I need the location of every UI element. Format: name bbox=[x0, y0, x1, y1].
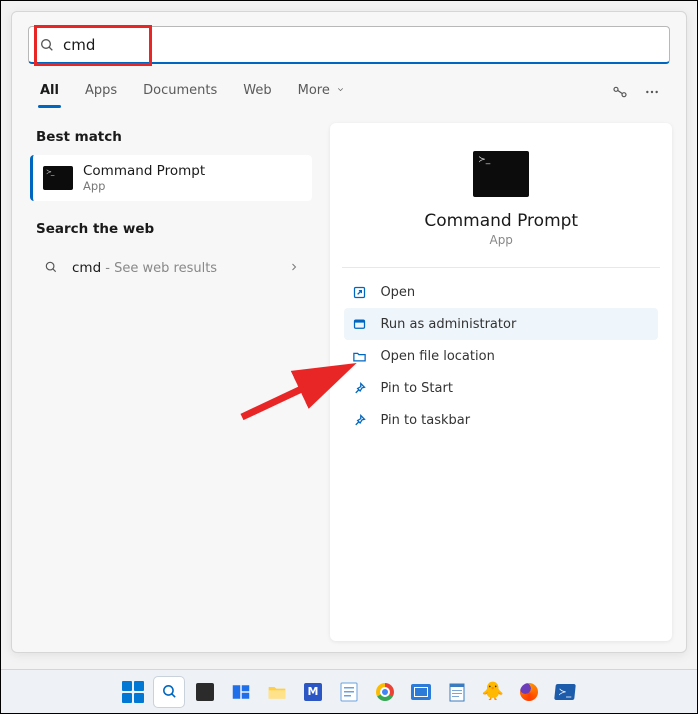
best-match-title: Command Prompt bbox=[83, 163, 205, 179]
taskbar-file-explorer-button[interactable] bbox=[262, 677, 292, 707]
action-open-label: Open bbox=[380, 285, 415, 300]
open-icon bbox=[352, 285, 367, 300]
widgets-icon bbox=[232, 684, 250, 700]
preview-title: Command Prompt bbox=[344, 211, 658, 231]
results-pane: Best match Command Prompt App Search the… bbox=[26, 123, 316, 641]
search-icon bbox=[39, 37, 55, 53]
taskbar-start-button[interactable] bbox=[118, 677, 148, 707]
taskbar-chrome-button[interactable] bbox=[370, 677, 400, 707]
filter-tabs: All Apps Documents Web More bbox=[12, 76, 686, 109]
folder-icon bbox=[352, 349, 367, 364]
command-prompt-icon bbox=[43, 166, 73, 190]
network-icon bbox=[612, 84, 628, 100]
powershell-icon: ≻_ bbox=[554, 684, 576, 700]
firefox-icon bbox=[520, 683, 538, 701]
action-run-admin-label: Run as administrator bbox=[380, 317, 516, 332]
chevron-down-icon bbox=[336, 85, 345, 94]
taskbar-powershell-button[interactable]: ≻_ bbox=[550, 677, 580, 707]
ellipsis-icon bbox=[644, 84, 660, 100]
action-pin-to-start[interactable]: Pin to Start bbox=[344, 372, 658, 404]
chrome-icon bbox=[376, 683, 394, 701]
action-pin-taskbar-label: Pin to taskbar bbox=[380, 413, 470, 428]
search-box[interactable] bbox=[28, 26, 670, 64]
action-pin-to-taskbar[interactable]: Pin to taskbar bbox=[344, 404, 658, 436]
tab-apps[interactable]: Apps bbox=[75, 77, 127, 108]
taskbar-app-button[interactable]: 🐥 bbox=[478, 677, 508, 707]
search-icon bbox=[44, 260, 58, 274]
taskbar-app-button[interactable] bbox=[406, 677, 436, 707]
notepad-icon bbox=[449, 682, 465, 702]
tab-more[interactable]: More bbox=[288, 77, 355, 108]
web-hint-text: - See web results bbox=[101, 261, 217, 276]
more-options-button[interactable] bbox=[636, 76, 668, 108]
web-query-text: cmd bbox=[72, 260, 101, 276]
chevron-right-icon bbox=[288, 261, 300, 273]
search-options-button[interactable] bbox=[604, 76, 636, 108]
folder-icon bbox=[267, 683, 287, 701]
action-open-file-location[interactable]: Open file location bbox=[344, 340, 658, 372]
document-icon bbox=[340, 682, 358, 702]
best-match-result[interactable]: Command Prompt App bbox=[30, 155, 312, 201]
shield-icon bbox=[352, 317, 367, 332]
divider bbox=[342, 267, 660, 268]
search-web-heading: Search the web bbox=[26, 215, 316, 247]
taskbar-firefox-button[interactable] bbox=[514, 677, 544, 707]
taskbar-widgets-button[interactable] bbox=[226, 677, 256, 707]
taskbar-app-button[interactable]: M bbox=[298, 677, 328, 707]
tab-documents[interactable]: Documents bbox=[133, 77, 227, 108]
action-open-location-label: Open file location bbox=[380, 349, 494, 364]
taskbar-notepad-button[interactable] bbox=[442, 677, 472, 707]
action-pin-start-label: Pin to Start bbox=[380, 381, 452, 396]
search-input[interactable] bbox=[63, 36, 659, 54]
start-search-panel: All Apps Documents Web More Best match C… bbox=[11, 11, 687, 653]
taskbar: M 🐥 ≻_ bbox=[1, 669, 697, 713]
preview-subtitle: App bbox=[344, 233, 658, 247]
preview-pane: Command Prompt App Open Run as administr… bbox=[330, 123, 672, 641]
tab-web[interactable]: Web bbox=[233, 77, 281, 108]
action-open[interactable]: Open bbox=[344, 276, 658, 308]
taskbar-app-button[interactable] bbox=[334, 677, 364, 707]
command-prompt-icon bbox=[473, 151, 529, 197]
pin-icon bbox=[352, 381, 367, 396]
web-search-result[interactable]: cmd - See web results bbox=[30, 247, 312, 286]
tab-all[interactable]: All bbox=[30, 77, 69, 108]
tab-more-label: More bbox=[298, 83, 330, 98]
taskbar-search-button[interactable] bbox=[154, 677, 184, 707]
best-match-subtitle: App bbox=[83, 179, 205, 193]
search-icon bbox=[161, 683, 178, 700]
pin-icon bbox=[352, 413, 367, 428]
best-match-heading: Best match bbox=[26, 123, 316, 155]
action-run-as-administrator[interactable]: Run as administrator bbox=[344, 308, 658, 340]
taskbar-task-view-button[interactable] bbox=[190, 677, 220, 707]
